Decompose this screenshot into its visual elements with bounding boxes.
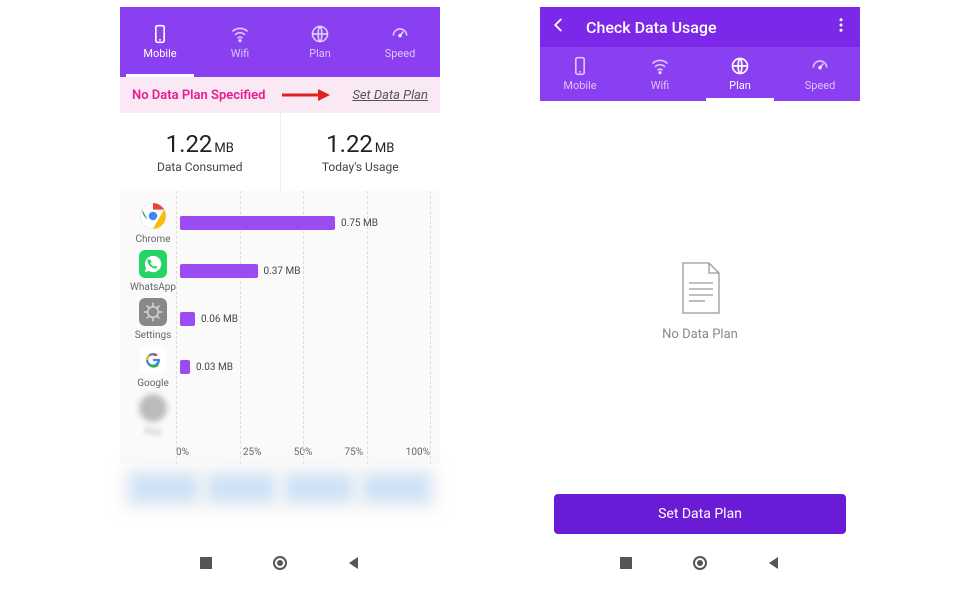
axis-tick: 50%: [278, 447, 329, 458]
usage-value: 0.03 MB: [196, 362, 233, 373]
nav-home-button[interactable]: [693, 556, 707, 570]
globe-icon: [310, 24, 330, 44]
wifi-icon: [230, 24, 250, 44]
tab-label: Mobile: [563, 79, 596, 92]
back-icon[interactable]: [550, 16, 568, 38]
app-name: WhatsApp: [130, 282, 176, 293]
phone-icon: [150, 24, 170, 44]
tab-label: Plan: [729, 79, 751, 92]
app-row-redacted[interactable]: App: [130, 391, 430, 439]
redacted-app-icon: [139, 394, 167, 422]
tab-label: Wifi: [231, 47, 250, 60]
wifi-icon: [650, 56, 670, 76]
tab-label: Speed: [805, 79, 836, 92]
usage-bar: [180, 264, 258, 278]
usage-bar: [180, 216, 335, 230]
stat-label: Data Consumed: [157, 160, 243, 174]
arrow-annotation-icon: [280, 87, 330, 103]
stat-label: Today's Usage: [322, 160, 399, 174]
app-name: Chrome: [135, 234, 170, 245]
tab-label: Wifi: [651, 79, 670, 92]
speed-icon: [810, 56, 830, 76]
axis-tick: 0%: [176, 447, 227, 458]
notice-text: No Data Plan Specified: [132, 88, 266, 103]
app-row-chrome[interactable]: Chrome 0.75 MB: [130, 199, 430, 247]
stat-consumed: 1.22MB Data Consumed: [120, 113, 281, 191]
tab-label: Speed: [385, 47, 416, 60]
tab-plan[interactable]: Plan: [700, 47, 780, 101]
whatsapp-icon: [139, 250, 167, 278]
android-nav-bar: [540, 548, 860, 578]
page-title: Check Data Usage: [586, 18, 814, 37]
chrome-icon: [139, 202, 167, 230]
stat-value: 1.22: [166, 130, 213, 158]
tab-mobile[interactable]: Mobile: [540, 47, 620, 101]
app-name: Google: [137, 378, 169, 389]
set-data-plan-button[interactable]: Set Data Plan: [554, 494, 846, 534]
usage-value: 0.37 MB: [264, 266, 301, 277]
nav-recent-button[interactable]: [199, 556, 213, 570]
empty-state: No Data Plan: [540, 101, 860, 342]
globe-icon: [730, 56, 750, 76]
screenshot-right: Check Data Usage Mobile Wifi Plan Speed …: [540, 7, 860, 582]
settings-icon: [139, 298, 167, 326]
usage-value: 0.75 MB: [341, 218, 378, 229]
tab-bar: Mobile Wifi Plan Speed: [540, 47, 860, 101]
phone-icon: [570, 56, 590, 76]
screenshot-left: Mobile Wifi Plan Speed No Data Plan Spec…: [120, 7, 440, 582]
tab-wifi[interactable]: Wifi: [620, 47, 700, 101]
speed-icon: [390, 24, 410, 44]
tab-label: Plan: [309, 47, 331, 60]
app-name: Settings: [135, 330, 172, 341]
x-axis: 0% 25% 50% 75% 100%: [130, 439, 430, 464]
google-icon: [139, 346, 167, 374]
app-usage-chart: Chrome 0.75 MB WhatsApp 0.37 MB Settings…: [120, 191, 440, 464]
android-nav-bar: [120, 548, 440, 578]
more-icon[interactable]: [832, 16, 850, 38]
tab-wifi[interactable]: Wifi: [200, 7, 280, 77]
usage-value: 0.06 MB: [201, 314, 238, 325]
axis-tick: 100%: [379, 447, 430, 458]
tab-plan[interactable]: Plan: [280, 7, 360, 77]
no-plan-notice: No Data Plan Specified Set Data Plan: [120, 77, 440, 113]
stat-value: 1.22: [326, 130, 373, 158]
stat-today: 1.22MB Today's Usage: [281, 113, 441, 191]
app-row-settings[interactable]: Settings 0.06 MB: [130, 295, 430, 343]
app-row-google[interactable]: Google 0.03 MB: [130, 343, 430, 391]
tab-label: Mobile: [143, 47, 176, 60]
axis-tick: 25%: [227, 447, 278, 458]
nav-back-button[interactable]: [767, 556, 781, 570]
stat-unit: MB: [214, 141, 233, 156]
bottom-blurred-row: [120, 464, 440, 512]
document-icon: [675, 261, 725, 315]
stat-unit: MB: [375, 141, 394, 156]
stats-row: 1.22MB Data Consumed 1.22MB Today's Usag…: [120, 113, 440, 191]
tab-speed[interactable]: Speed: [780, 47, 860, 101]
usage-bar: [180, 360, 190, 374]
empty-text: No Data Plan: [662, 327, 738, 342]
axis-tick: 75%: [328, 447, 379, 458]
app-name: App: [144, 426, 162, 437]
tab-speed[interactable]: Speed: [360, 7, 440, 77]
app-row-whatsapp[interactable]: WhatsApp 0.37 MB: [130, 247, 430, 295]
tab-mobile[interactable]: Mobile: [120, 7, 200, 77]
usage-bar: [180, 312, 195, 326]
nav-back-button[interactable]: [347, 556, 361, 570]
nav-home-button[interactable]: [273, 556, 287, 570]
nav-recent-button[interactable]: [619, 556, 633, 570]
tab-bar: Mobile Wifi Plan Speed: [120, 7, 440, 77]
title-bar: Check Data Usage: [540, 7, 860, 47]
set-data-plan-link[interactable]: Set Data Plan: [352, 88, 428, 103]
